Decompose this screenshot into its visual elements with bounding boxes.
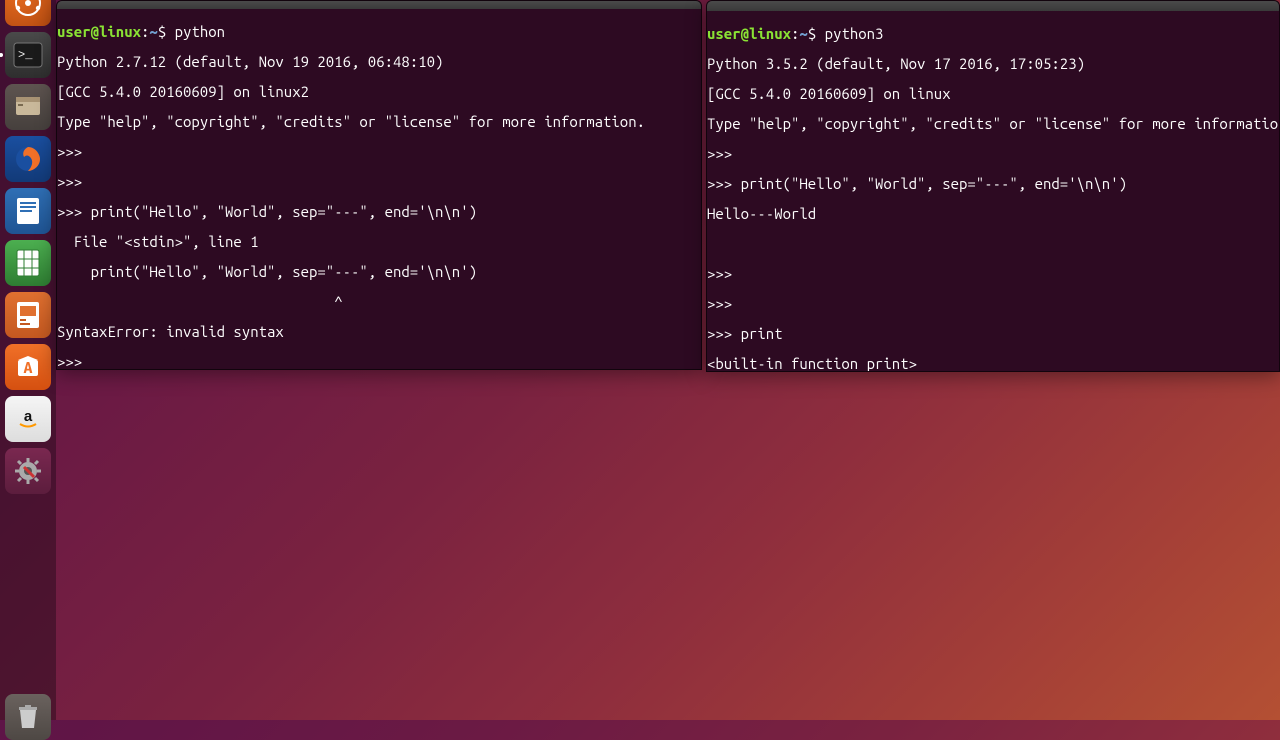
prompt-path: ~: [799, 25, 807, 42]
launcher: >_ A a: [0, 0, 56, 720]
traceback-echo: print("Hello", "World", sep="---", end='…: [57, 264, 701, 279]
svg-text:a: a: [24, 408, 33, 425]
terminal-left-window[interactable]: user@linux:~$ python Python 2.7.12 (defa…: [56, 0, 702, 370]
cmd-python: python: [175, 23, 225, 40]
terminal-right-window[interactable]: user@linux:~$ python3 Python 3.5.2 (defa…: [706, 0, 1280, 372]
repl-input-print: >>> print("Hello", "World", sep="---", e…: [707, 176, 1279, 191]
repl-prompt: >>>: [57, 174, 701, 189]
launcher-files-icon[interactable]: [5, 84, 51, 130]
python-header-2: [GCC 5.4.0 20160609] on linux2: [57, 84, 701, 99]
traceback-caret: ^: [57, 294, 701, 309]
launcher-settings-icon[interactable]: [5, 448, 51, 494]
terminal-left-body[interactable]: user@linux:~$ python Python 2.7.12 (defa…: [57, 9, 701, 370]
terminal-right-body[interactable]: user@linux:~$ python3 Python 3.5.2 (defa…: [707, 11, 1279, 372]
python-header-3: Type "help", "copyright", "credits" or "…: [57, 114, 701, 129]
launcher-dash-icon[interactable]: [5, 0, 51, 26]
python3-header-3: Type "help", "copyright", "credits" or "…: [707, 116, 1279, 131]
repl-input-print: >>> print("Hello", "World", sep="---", e…: [57, 204, 701, 219]
launcher-firefox-icon[interactable]: [5, 136, 51, 182]
traceback-file: File "<stdin>", line 1: [57, 234, 701, 249]
cmd-python3: python3: [825, 25, 884, 42]
repl-prompt: >>>: [57, 144, 701, 159]
repl-input-print-name: >>> print: [707, 326, 1279, 341]
python3-header-1: Python 3.5.2 (default, Nov 17 2016, 17:0…: [707, 56, 1279, 71]
svg-text:>_: >_: [18, 48, 33, 62]
launcher-impress-icon[interactable]: [5, 292, 51, 338]
blank-line: [707, 236, 1279, 251]
terminal-right-titlebar[interactable]: [707, 1, 1279, 11]
repl-prompt: >>>: [707, 146, 1279, 161]
launcher-terminal-icon[interactable]: >_: [5, 32, 51, 78]
prompt-user: user@linux: [707, 25, 791, 42]
launcher-software-center-icon[interactable]: A: [5, 344, 51, 390]
prompt-path: ~: [149, 23, 157, 40]
repl-prompt: >>>: [707, 296, 1279, 311]
launcher-writer-icon[interactable]: [5, 188, 51, 234]
launcher-calc-icon[interactable]: [5, 240, 51, 286]
repl-output-hello: Hello---World: [707, 206, 1279, 221]
launcher-trash-icon[interactable]: [5, 694, 51, 740]
python-header-1: Python 2.7.12 (default, Nov 19 2016, 06:…: [57, 54, 701, 69]
svg-text:A: A: [24, 359, 33, 377]
repl-prompt: >>>: [707, 266, 1279, 281]
repl-output-builtin: <built-in function print>: [707, 356, 1279, 371]
repl-prompt: >>>: [57, 354, 701, 369]
launcher-amazon-icon[interactable]: a: [5, 396, 51, 442]
python3-header-2: [GCC 5.4.0 20160609] on linux: [707, 86, 1279, 101]
terminal-left-titlebar[interactable]: [57, 1, 701, 9]
traceback-msg: SyntaxError: invalid syntax: [57, 324, 701, 339]
prompt-user: user@linux: [57, 23, 141, 40]
